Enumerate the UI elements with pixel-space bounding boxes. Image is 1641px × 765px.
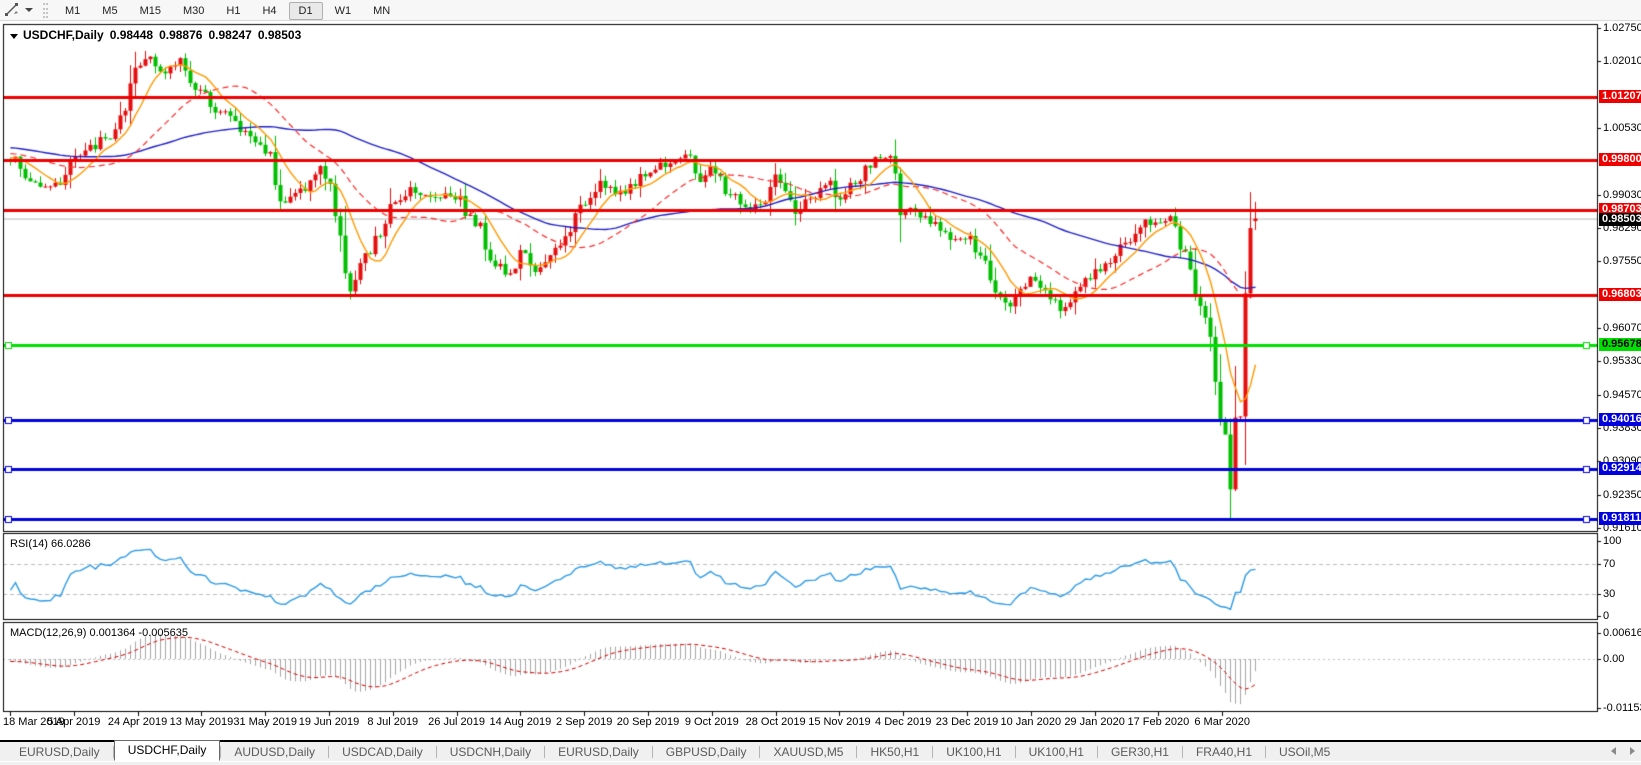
chart-tab-uk100-h1[interactable]: UK100,H1 [933,743,1014,761]
chart-tab-uk100-h1[interactable]: UK100,H1 [1016,743,1097,761]
chart-tab-usdchf-daily[interactable]: USDCHF,Daily [114,740,221,761]
chart-tab-gbpusd-daily[interactable]: GBPUSD,Daily [653,743,760,761]
chart-tabbar: EURUSD,DailyUSDCHF,DailyAUDUSD,DailyUSDC… [0,742,1641,761]
chart-tab-fra40-h1[interactable]: FRA40,H1 [1183,743,1265,761]
chart-tab-usoil-m5[interactable]: USOil,M5 [1266,743,1343,761]
tab-scroll-nav [1611,747,1635,755]
tab-scroll-right-icon[interactable] [1630,747,1635,755]
mt4-window: M1M5M15M30H1H4D1W1MN USDCHF,Daily0.98448… [0,0,1641,765]
chart-tab-eurusd-daily[interactable]: EURUSD,Daily [545,743,652,761]
price-chart-canvas[interactable] [0,0,1641,765]
chart-tab-eurusd-daily[interactable]: EURUSD,Daily [6,743,113,761]
chart-tab-usdcad-daily[interactable]: USDCAD,Daily [329,743,436,761]
chart-tab-audusd-daily[interactable]: AUDUSD,Daily [221,743,328,761]
chart-tab-usdcnh-daily[interactable]: USDCNH,Daily [437,743,544,761]
tab-scroll-left-icon[interactable] [1611,747,1616,755]
chart-tab-xauusd-m5[interactable]: XAUUSD,M5 [760,743,856,761]
status-strip [0,761,1641,765]
chart-tab-hk50-h1[interactable]: HK50,H1 [857,743,932,761]
chart-tab-ger30-h1[interactable]: GER30,H1 [1098,743,1182,761]
